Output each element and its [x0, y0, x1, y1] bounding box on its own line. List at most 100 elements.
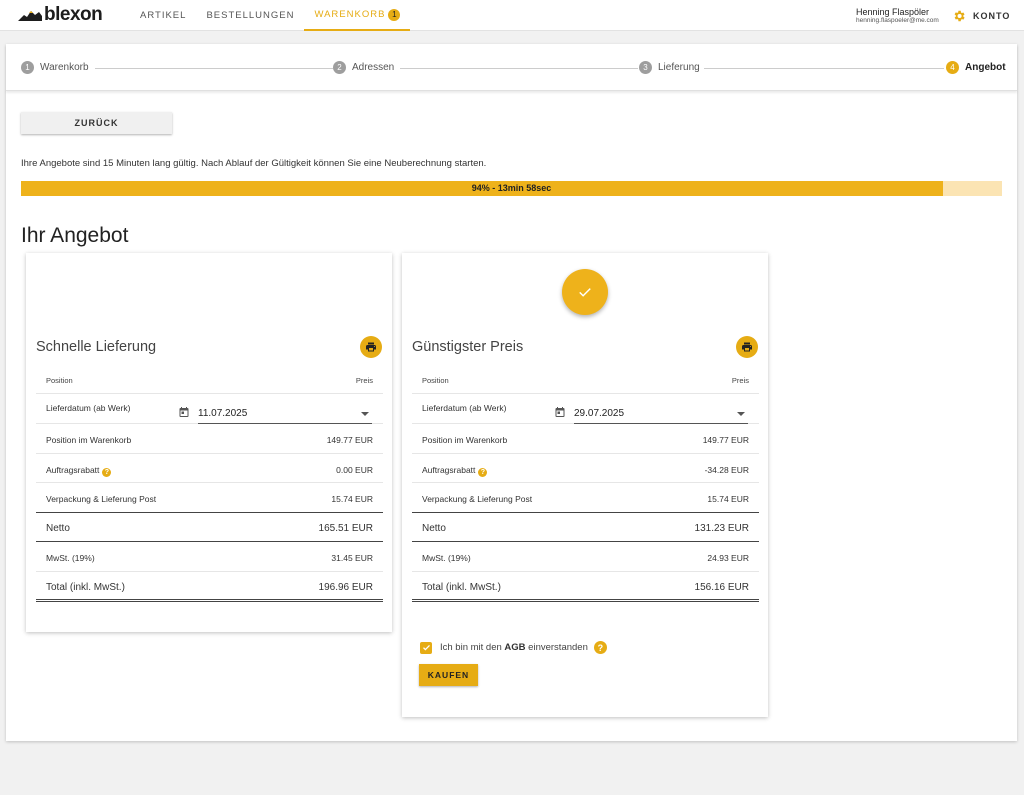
table-row: Total (inkl. MwSt.) 196.96 EUR — [36, 572, 383, 602]
offer-card-schnelle-lieferung: Schnelle Lieferung Position Preis Liefer… — [26, 253, 392, 632]
calendar-icon — [179, 407, 189, 417]
price-table: Position Preis Lieferdatum (ab Werk) 11.… — [36, 365, 383, 602]
chevron-down-icon — [361, 412, 369, 416]
step-angebot[interactable]: 4 Angebot — [946, 61, 1006, 74]
user-name: Henning Flaspöler — [856, 7, 930, 17]
check-icon — [579, 288, 591, 297]
step-number: 4 — [946, 61, 959, 74]
checkmark-icon — [422, 644, 430, 651]
warenkorb-label: Position im Warenkorb — [46, 435, 132, 445]
selected-check-badge — [562, 269, 608, 315]
versand-value: 15.74 EUR — [331, 494, 373, 505]
col-preis: Preis — [355, 376, 373, 385]
agb-text-suffix: einverstanden — [525, 642, 588, 653]
mwst-label: MwSt. (19%) — [422, 553, 471, 564]
col-position: Position — [46, 376, 73, 385]
total-value: 196.96 EUR — [318, 581, 373, 593]
agb-consent: Ich bin mit den AGB einverstanden ? — [420, 641, 607, 654]
offer-name: Schnelle Lieferung — [36, 339, 157, 355]
mwst-value: 24.93 EUR — [707, 553, 749, 564]
rabatt-row-label: Auftragsrabatt? — [46, 464, 112, 477]
total-value: 156.16 EUR — [694, 581, 749, 593]
step-label: Warenkorb — [40, 62, 89, 73]
table-row: Verpackung & Lieferung Post 15.74 EUR — [36, 483, 383, 513]
checkout-card: 1 Warenkorb 2 Adressen 3 Lieferung 4 Ang… — [6, 44, 1017, 741]
warenkorb-value: 149.77 EUR — [702, 435, 749, 445]
table-row: Position im Warenkorb 149.77 EUR — [36, 424, 383, 454]
mwst-label: MwSt. (19%) — [46, 553, 95, 564]
step-label: Adressen — [352, 62, 395, 73]
kaufen-button[interactable]: KAUFEN — [419, 664, 478, 686]
logo-text: blexon — [44, 4, 103, 25]
agb-text-prefix: Ich bin mit den — [440, 642, 505, 653]
konto-label: KONTO — [973, 10, 1011, 21]
checkout-stepper: 1 Warenkorb 2 Adressen 3 Lieferung 4 Ang… — [6, 44, 1017, 91]
main-nav: ARTIKEL BESTELLUNGEN WARENKORB 1 — [130, 0, 411, 31]
versand-label: Verpackung & Lieferung Post — [422, 494, 533, 505]
validity-info-text: Ihre Angebote sind 15 Minuten lang gülti… — [21, 158, 487, 169]
nav-bestellungen[interactable]: BESTELLUNGEN — [196, 0, 304, 31]
step-connector — [400, 68, 638, 69]
help-icon[interactable]: ? — [593, 641, 607, 654]
nav-artikel[interactable]: ARTIKEL — [130, 0, 196, 31]
lieferdatum-value: 29.07.2025 — [574, 408, 625, 419]
back-button[interactable]: ZURÜCK — [21, 112, 172, 134]
step-warenkorb[interactable]: 1 Warenkorb — [21, 61, 89, 74]
rabatt-label: Auftragsrabatt — [422, 464, 476, 475]
validity-progress-bar: 94% - 13min 58sec — [21, 181, 1002, 196]
nav-warenkorb-label: WARENKORB — [314, 9, 386, 20]
print-button[interactable] — [736, 336, 758, 358]
table-row: Verpackung & Lieferung Post 15.74 EUR — [412, 483, 759, 513]
netto-value: 131.23 EUR — [694, 522, 749, 534]
agb-checkbox[interactable] — [420, 641, 432, 654]
table-row: Auftragsrabatt? 0.00 EUR — [36, 454, 383, 484]
netto-label: Netto — [46, 522, 70, 534]
versand-value: 15.74 EUR — [707, 494, 749, 505]
step-label: Angebot — [965, 62, 1006, 73]
nav-bestellungen-label: BESTELLUNGEN — [206, 10, 295, 21]
step-number: 1 — [21, 61, 34, 74]
table-header: Position Preis — [412, 365, 759, 394]
agb-link[interactable]: AGB — [504, 642, 525, 653]
table-row: MwSt. (19%) 31.45 EUR — [36, 542, 383, 572]
table-header: Position Preis — [36, 365, 383, 394]
calendar-icon — [555, 407, 565, 417]
mwst-value: 31.45 EUR — [331, 553, 373, 564]
total-label: Total (inkl. MwSt.) — [46, 581, 125, 593]
table-row: Netto 131.23 EUR — [412, 513, 759, 543]
chevron-down-icon — [737, 412, 745, 416]
table-row: Lieferdatum (ab Werk) 11.07.2025 — [36, 394, 383, 424]
rabatt-label: Auftragsrabatt — [46, 464, 100, 475]
lieferdatum-select[interactable]: 11.07.2025 — [179, 406, 372, 424]
cart-count-badge: 1 — [388, 8, 401, 21]
versand-label: Verpackung & Lieferung Post — [46, 494, 157, 505]
step-connector — [95, 68, 333, 69]
lieferdatum-label: Lieferdatum (ab Werk) — [422, 403, 507, 413]
print-icon — [366, 342, 376, 352]
price-table: Position Preis Lieferdatum (ab Werk) 29.… — [412, 365, 759, 602]
step-number: 2 — [333, 61, 346, 74]
blexon-logo[interactable]: blexon — [17, 4, 103, 25]
help-icon[interactable]: ? — [478, 467, 488, 477]
nav-warenkorb[interactable]: WARENKORB 1 — [304, 0, 411, 31]
lieferdatum-select[interactable]: 29.07.2025 — [555, 406, 748, 424]
step-label: Lieferung — [658, 62, 700, 73]
offer-name: Günstigster Preis — [412, 339, 524, 355]
netto-label: Netto — [422, 522, 446, 534]
table-row: MwSt. (19%) 24.93 EUR — [412, 542, 759, 572]
top-bar: blexon ARTIKEL BESTELLUNGEN WARENKORB 1 … — [0, 0, 1024, 31]
table-row: Total (inkl. MwSt.) 156.16 EUR — [412, 572, 759, 602]
lieferdatum-label: Lieferdatum (ab Werk) — [46, 403, 131, 413]
konto-button[interactable]: KONTO — [952, 0, 1010, 31]
rabatt-value: -34.28 EUR — [704, 464, 749, 475]
warenkorb-label: Position im Warenkorb — [422, 435, 508, 445]
warenkorb-value: 149.77 EUR — [326, 435, 373, 445]
netto-value: 165.51 EUR — [318, 522, 373, 534]
step-lieferung[interactable]: 3 Lieferung — [639, 61, 700, 74]
step-number: 3 — [639, 61, 652, 74]
help-icon[interactable]: ? — [102, 467, 112, 477]
offer-card-guenstigster-preis: Günstigster Preis Position Preis Lieferd… — [402, 253, 768, 717]
step-adressen[interactable]: 2 Adressen — [333, 61, 394, 74]
logo-mark-icon — [18, 11, 42, 21]
print-button[interactable] — [360, 336, 382, 358]
